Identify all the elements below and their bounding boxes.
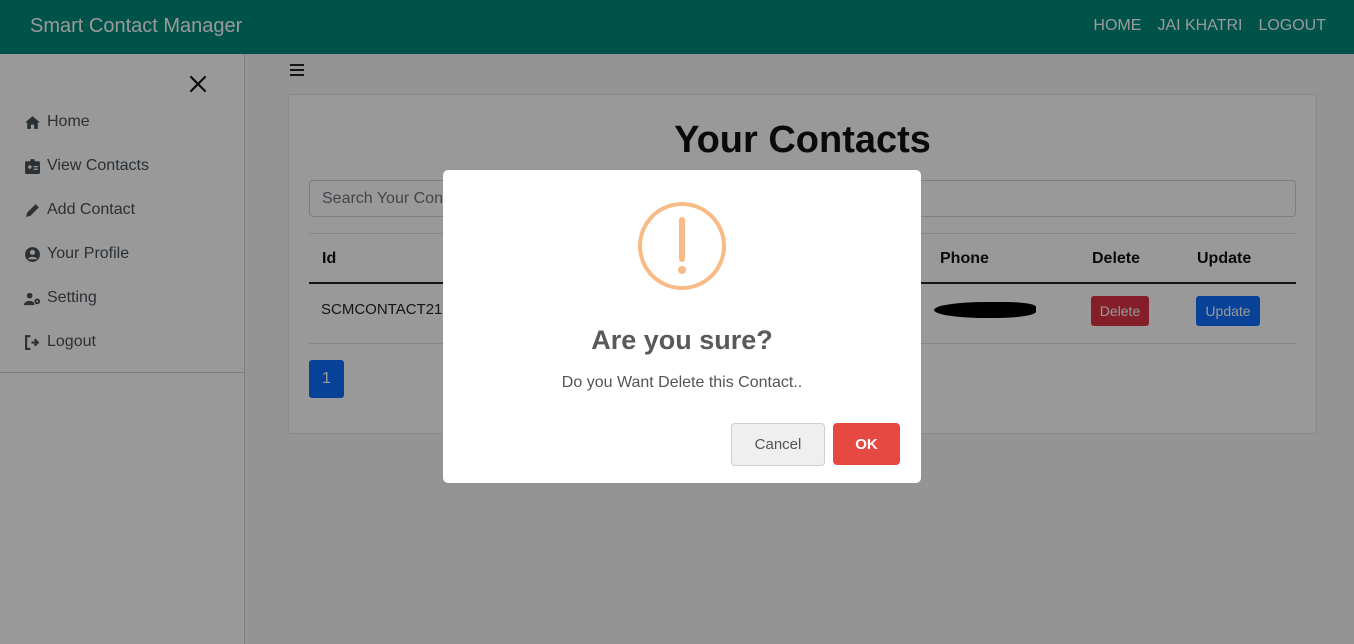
confirm-dialog: Are you sure? Do you Want Delete this Co…	[443, 170, 921, 483]
warning-icon	[638, 202, 726, 290]
cancel-button[interactable]: Cancel	[731, 423, 825, 466]
dialog-title: Are you sure?	[591, 325, 773, 355]
ok-button[interactable]: OK	[833, 423, 900, 465]
dialog-message: Do you Want Delete this Contact..	[561, 374, 803, 391]
